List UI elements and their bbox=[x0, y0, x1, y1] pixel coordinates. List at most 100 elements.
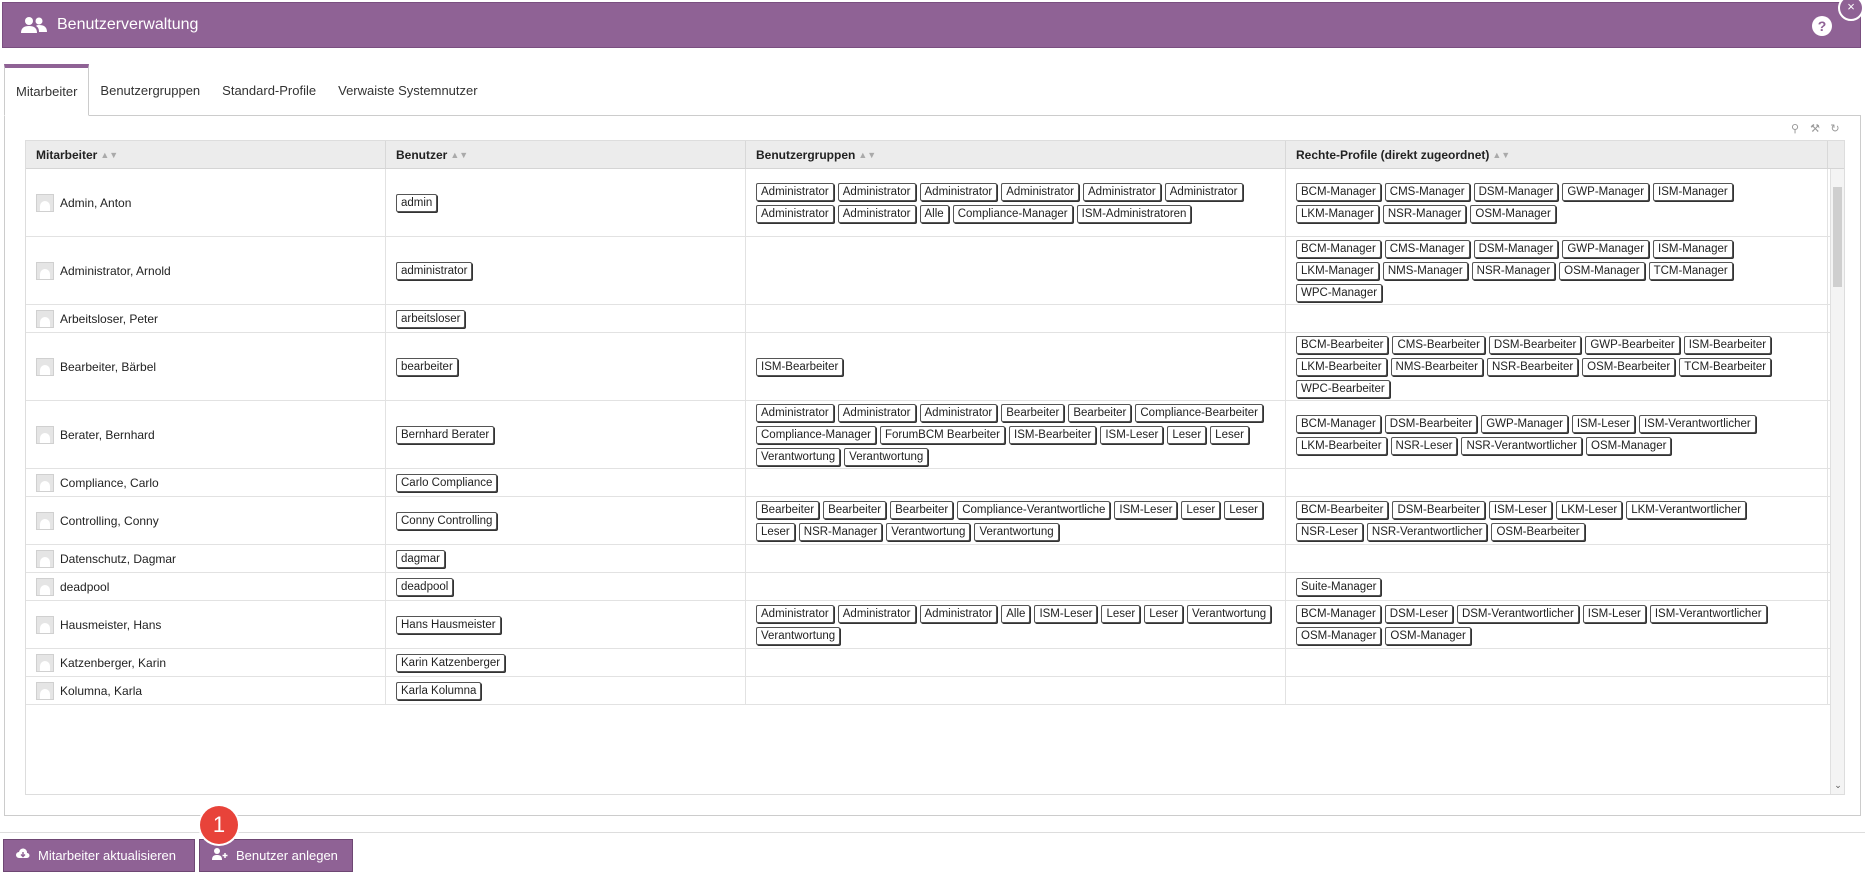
group-tag[interactable]: Bearbeiter bbox=[1068, 403, 1132, 422]
user-tag[interactable]: Conny Controlling bbox=[396, 511, 498, 530]
profile-tag[interactable]: WPC-Bearbeiter bbox=[1296, 379, 1390, 398]
group-tag[interactable]: Leser bbox=[1101, 604, 1141, 623]
group-tag[interactable]: ISM-Administratoren bbox=[1076, 204, 1192, 223]
profile-tag[interactable]: NSR-Leser bbox=[1296, 522, 1363, 541]
profile-tag[interactable]: DSM-Bearbeiter bbox=[1488, 335, 1582, 354]
profile-tag[interactable]: GWP-Bearbeiter bbox=[1585, 335, 1680, 354]
group-tag[interactable]: ISM-Bearbeiter bbox=[756, 357, 844, 376]
user-tag[interactable]: Karin Katzenberger bbox=[396, 653, 506, 672]
profile-tag[interactable]: CMS-Bearbeiter bbox=[1392, 335, 1485, 354]
group-tag[interactable]: Bearbeiter bbox=[890, 500, 954, 519]
profile-tag[interactable]: NSR-Verantwortlicher bbox=[1366, 522, 1488, 541]
group-tag[interactable]: ISM-Leser bbox=[1034, 604, 1098, 623]
column-header-benutzergruppen[interactable]: Benutzergruppen ▲▼ bbox=[746, 141, 1286, 168]
table-row[interactable]: Controlling, Conny Conny Controlling Bearb… bbox=[26, 497, 1844, 545]
profile-tag[interactable]: TCM-Bearbeiter bbox=[1679, 357, 1772, 376]
profile-tag[interactable]: NMS-Manager bbox=[1382, 261, 1468, 280]
profile-tag[interactable]: ISM-Leser bbox=[1582, 604, 1646, 623]
scroll-down-icon[interactable]: ⌄ bbox=[1831, 780, 1844, 794]
profile-tag[interactable]: LKM-Manager bbox=[1296, 261, 1379, 280]
user-tag[interactable]: Carlo Compliance bbox=[396, 473, 498, 492]
refresh-icon[interactable]: ↻ bbox=[1828, 122, 1842, 136]
profile-tag[interactable]: ISM-Leser bbox=[1571, 414, 1635, 433]
profile-tag[interactable]: ISM-Leser bbox=[1488, 500, 1552, 519]
profile-tag[interactable]: DSM-Verantwortlicher bbox=[1456, 604, 1579, 623]
table-row[interactable]: deadpool deadpool Suite-Manager bbox=[26, 573, 1844, 601]
table-row[interactable]: Administrator, Arnold administrator BCM-Ma… bbox=[26, 237, 1844, 305]
profile-tag[interactable]: Suite-Manager bbox=[1296, 577, 1382, 596]
table-row[interactable]: Bearbeiter, Bärbel bearbeiter ISM-Bearbeit… bbox=[26, 333, 1844, 401]
column-header-benutzer[interactable]: Benutzer ▲▼ bbox=[386, 141, 746, 168]
group-tag[interactable]: Administrator bbox=[919, 604, 998, 623]
profile-tag[interactable]: ISM-Bearbeiter bbox=[1683, 335, 1772, 354]
profile-tag[interactable]: BCM-Manager bbox=[1296, 414, 1381, 433]
profile-tag[interactable]: OSM-Manager bbox=[1559, 261, 1645, 280]
group-tag[interactable]: ForumBCM Bearbeiter bbox=[879, 425, 1005, 444]
table-row[interactable]: Admin, Anton admin Administrator Administra… bbox=[26, 169, 1844, 237]
group-tag[interactable]: Compliance-Verantwortliche bbox=[957, 500, 1111, 519]
profile-tag[interactable]: OSM-Manager bbox=[1385, 626, 1471, 645]
profile-tag[interactable]: LKM-Bearbeiter bbox=[1296, 357, 1387, 376]
group-tag[interactable]: Alle bbox=[919, 204, 949, 223]
group-tag[interactable]: Administrator bbox=[756, 204, 834, 223]
profile-tag[interactable]: ISM-Verantwortlicher bbox=[1638, 414, 1756, 433]
group-tag[interactable]: Bearbeiter bbox=[1001, 403, 1065, 422]
profile-tag[interactable]: GWP-Manager bbox=[1481, 414, 1568, 433]
group-tag[interactable]: Alle bbox=[1001, 604, 1031, 623]
user-tag[interactable]: administrator bbox=[396, 261, 473, 280]
scrollbar-thumb[interactable] bbox=[1833, 187, 1842, 287]
group-tag[interactable]: Leser bbox=[1167, 425, 1207, 444]
profile-tag[interactable]: LKM-Bearbeiter bbox=[1296, 436, 1387, 455]
profile-tag[interactable]: NSR-Manager bbox=[1382, 204, 1467, 223]
tab-verwaiste-systemnutzer[interactable]: Verwaiste Systemnutzer bbox=[327, 64, 488, 116]
group-tag[interactable]: Administrator bbox=[919, 403, 998, 422]
table-row[interactable]: Datenschutz, Dagmar dagmar bbox=[26, 545, 1844, 573]
group-tag[interactable]: Administrator bbox=[837, 182, 916, 201]
profile-tag[interactable]: BCM-Bearbeiter bbox=[1296, 500, 1389, 519]
profile-tag[interactable]: TCM-Manager bbox=[1648, 261, 1733, 280]
table-row[interactable]: Arbeitsloser, Peter arbeitsloser bbox=[26, 305, 1844, 333]
user-tag[interactable]: Bernhard Berater bbox=[396, 425, 495, 444]
profile-tag[interactable]: DSM-Leser bbox=[1384, 604, 1453, 623]
group-tag[interactable]: Verantwortung bbox=[1187, 604, 1272, 623]
table-row[interactable]: Berater, Bernhard Bernhard Berater Adminis… bbox=[26, 401, 1844, 469]
profile-tag[interactable]: ISM-Manager bbox=[1653, 182, 1733, 201]
group-tag[interactable]: Leser bbox=[756, 522, 795, 541]
profile-tag[interactable]: CMS-Manager bbox=[1384, 182, 1470, 201]
wrench-icon[interactable]: ⚒ bbox=[1808, 122, 1822, 136]
user-tag[interactable]: bearbeiter bbox=[396, 357, 458, 376]
column-header-mitarbeiter[interactable]: Mitarbeiter ▲▼ bbox=[26, 141, 386, 168]
profile-tag[interactable]: DSM-Bearbeiter bbox=[1384, 414, 1478, 433]
profile-tag[interactable]: BCM-Manager bbox=[1296, 604, 1381, 623]
profile-tag[interactable]: ISM-Verantwortlicher bbox=[1649, 604, 1767, 623]
create-user-button[interactable]: Benutzer anlegen bbox=[199, 839, 353, 872]
profile-tag[interactable]: GWP-Manager bbox=[1562, 239, 1650, 258]
profile-tag[interactable]: WPC-Manager bbox=[1296, 283, 1383, 302]
user-tag[interactable]: arbeitsloser bbox=[396, 309, 466, 328]
profile-tag[interactable]: BCM-Manager bbox=[1296, 239, 1381, 258]
tab-benutzergruppen[interactable]: Benutzergruppen bbox=[89, 64, 211, 116]
group-tag[interactable]: Verantwortung bbox=[756, 447, 841, 466]
grid-scrollbar[interactable]: ⌄ bbox=[1830, 169, 1844, 794]
user-tag[interactable]: dagmar bbox=[396, 549, 445, 568]
profile-tag[interactable]: LKM-Verantwortlicher bbox=[1626, 500, 1747, 519]
profile-tag[interactable]: NMS-Bearbeiter bbox=[1390, 357, 1483, 376]
group-tag[interactable]: Compliance-Bearbeiter bbox=[1135, 403, 1263, 422]
group-tag[interactable]: Bearbeiter bbox=[756, 500, 820, 519]
profile-tag[interactable]: NSR-Manager bbox=[1471, 261, 1556, 280]
group-tag[interactable]: Leser bbox=[1224, 500, 1263, 519]
profile-tag[interactable]: NSR-Leser bbox=[1390, 436, 1458, 455]
profile-tag[interactable]: ISM-Manager bbox=[1653, 239, 1733, 258]
user-tag[interactable]: deadpool bbox=[396, 577, 454, 596]
profile-tag[interactable]: OSM-Bearbeiter bbox=[1582, 357, 1676, 376]
group-tag[interactable]: Leser bbox=[1210, 425, 1249, 444]
profile-tag[interactable]: NSR-Bearbeiter bbox=[1487, 357, 1579, 376]
group-tag[interactable]: Verantwortung bbox=[974, 522, 1059, 541]
tab-mitarbeiter[interactable]: Mitarbeiter bbox=[4, 64, 90, 116]
user-tag[interactable]: admin bbox=[396, 193, 438, 212]
group-tag[interactable]: Administrator bbox=[756, 604, 834, 623]
profile-tag[interactable]: BCM-Bearbeiter bbox=[1296, 335, 1389, 354]
table-row[interactable]: Hausmeister, Hans Hans Hausmeister Adminis… bbox=[26, 601, 1844, 649]
profile-tag[interactable]: OSM-Manager bbox=[1470, 204, 1556, 223]
group-tag[interactable]: Administrator bbox=[756, 403, 834, 422]
